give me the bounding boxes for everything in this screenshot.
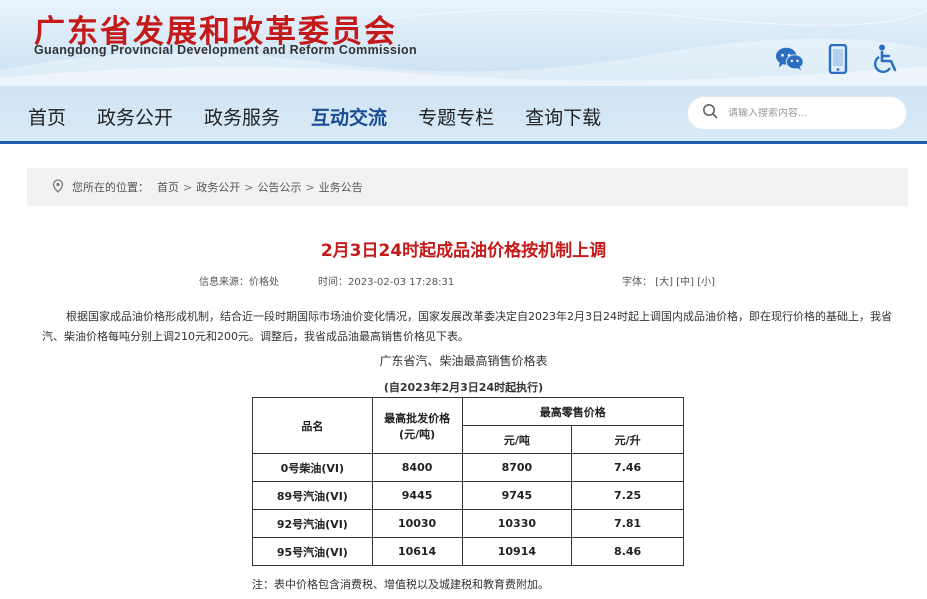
header-wholesale: 最高批发价格 (元/吨)	[371, 397, 463, 454]
breadcrumb-government-affairs[interactable]: 政务公开	[196, 179, 240, 195]
cell-wholesale: 10030	[371, 509, 463, 538]
header-banner: 广东省发展和改革委员会 Guangdong Provincial Develop…	[0, 0, 927, 86]
header-icons	[775, 44, 901, 74]
cell-retail-ton: 8700	[461, 453, 573, 482]
font-size-controls: 字体： [大] [中] [小]	[622, 273, 715, 288]
breadcrumb-label: 您所在的位置：	[72, 181, 149, 194]
accessibility-icon[interactable]	[871, 44, 901, 74]
table-caption: 广东省汽、柴油最高销售价格表	[379, 354, 548, 368]
table-header-row: 品名 最高批发价格 (元/吨) 最高零售价格	[252, 397, 684, 454]
price-table: 品名 最高批发价格 (元/吨) 最高零售价格 元/吨 元/升 0号柴油(VI) …	[252, 397, 684, 566]
cell-product: 0号柴油(VI)	[252, 453, 373, 482]
cell-retail-liter: 7.46	[571, 453, 684, 482]
table-row: 95号汽油(VI) 10614 10914 8.46	[252, 537, 684, 566]
cell-product: 95号汽油(VI)	[252, 537, 373, 566]
cell-retail-ton: 10914	[461, 537, 573, 566]
header-product-name: 品名	[252, 397, 373, 454]
nav-item-home[interactable]: 首页	[28, 103, 66, 130]
table-row: 0号柴油(VI) 8400 8700 7.46	[252, 453, 684, 482]
cell-retail-ton: 9745	[461, 481, 573, 510]
table-subcaption: (自2023年2月3日24时起执行)	[383, 381, 544, 394]
article-time: 时间：2023-02-03 17:28:31	[318, 277, 455, 288]
article-title: 2月3日24时起成品油价格按机制上调	[320, 241, 607, 261]
breadcrumb-announcements[interactable]: 公告公示	[257, 179, 301, 195]
cell-wholesale: 9445	[371, 481, 463, 510]
font-size-large-button[interactable]: [大]	[655, 277, 673, 288]
table-row: 92号汽油(VI) 10030 10330 7.81	[252, 509, 684, 538]
cell-product: 92号汽油(VI)	[252, 509, 373, 538]
table-row: 89号汽油(VI) 9445 9745 7.25	[252, 481, 684, 510]
breadcrumb: 您所在的位置： 首页 > 政务公开 > 公告公示 > 业务公告	[27, 168, 908, 206]
cell-retail-liter: 7.25	[571, 481, 684, 510]
mobile-icon[interactable]	[823, 44, 853, 74]
search-box	[688, 97, 906, 129]
breadcrumb-business-announcements[interactable]: 业务公告	[319, 179, 363, 195]
nav-item-query-download[interactable]: 查询下载	[525, 103, 601, 130]
header-wholesale-label: 最高批发价格	[384, 411, 451, 425]
nav-item-special-topics[interactable]: 专题专栏	[418, 103, 494, 130]
cell-wholesale: 10614	[371, 537, 463, 566]
cell-retail-liter: 8.46	[571, 537, 684, 566]
search-input[interactable]	[728, 107, 888, 119]
breadcrumb-home[interactable]: 首页	[157, 179, 179, 195]
cell-wholesale: 8400	[371, 453, 463, 482]
location-pin-icon	[52, 178, 64, 196]
main-nav: 首页 政务公开 政务服务 互动交流 专题专栏 查询下载	[0, 86, 927, 144]
header-retail-per-liter: 元/升	[571, 425, 684, 454]
nav-item-government-services[interactable]: 政务服务	[204, 103, 280, 130]
article-paragraph: 根据国家成品油价格形成机制，结合近一段时期国际市场油价变化情况，国家发展改革委决…	[42, 310, 892, 343]
font-size-label: 字体：	[622, 277, 652, 288]
cell-retail-ton: 10330	[461, 509, 573, 538]
breadcrumb-separator: >	[244, 180, 254, 194]
search-icon[interactable]	[702, 103, 718, 123]
header-retail-per-ton: 元/吨	[461, 425, 573, 454]
table-note: 注：表中价格包含消费税、增值税以及城建税和教育费附加。	[252, 578, 549, 591]
article-source: 信息来源：价格处	[199, 277, 279, 288]
breadcrumb-separator: >	[183, 180, 193, 194]
nav-item-interaction[interactable]: 互动交流	[311, 103, 387, 130]
nav-item-government-affairs[interactable]: 政务公开	[97, 103, 173, 130]
font-size-small-button[interactable]: [小]	[697, 277, 715, 288]
wechat-icon[interactable]	[775, 44, 805, 74]
nav-items: 首页 政务公开 政务服务 互动交流 专题专栏 查询下载	[28, 103, 632, 130]
cell-retail-liter: 7.81	[571, 509, 684, 538]
breadcrumb-separator: >	[305, 180, 315, 194]
site-subtitle-en: Guangdong Provincial Development and Ref…	[34, 43, 417, 57]
cell-product: 89号汽油(VI)	[252, 481, 373, 510]
font-size-medium-button[interactable]: [中]	[676, 277, 694, 288]
header-retail: 最高零售价格	[461, 397, 684, 426]
header-wholesale-unit: (元/吨)	[399, 427, 436, 441]
